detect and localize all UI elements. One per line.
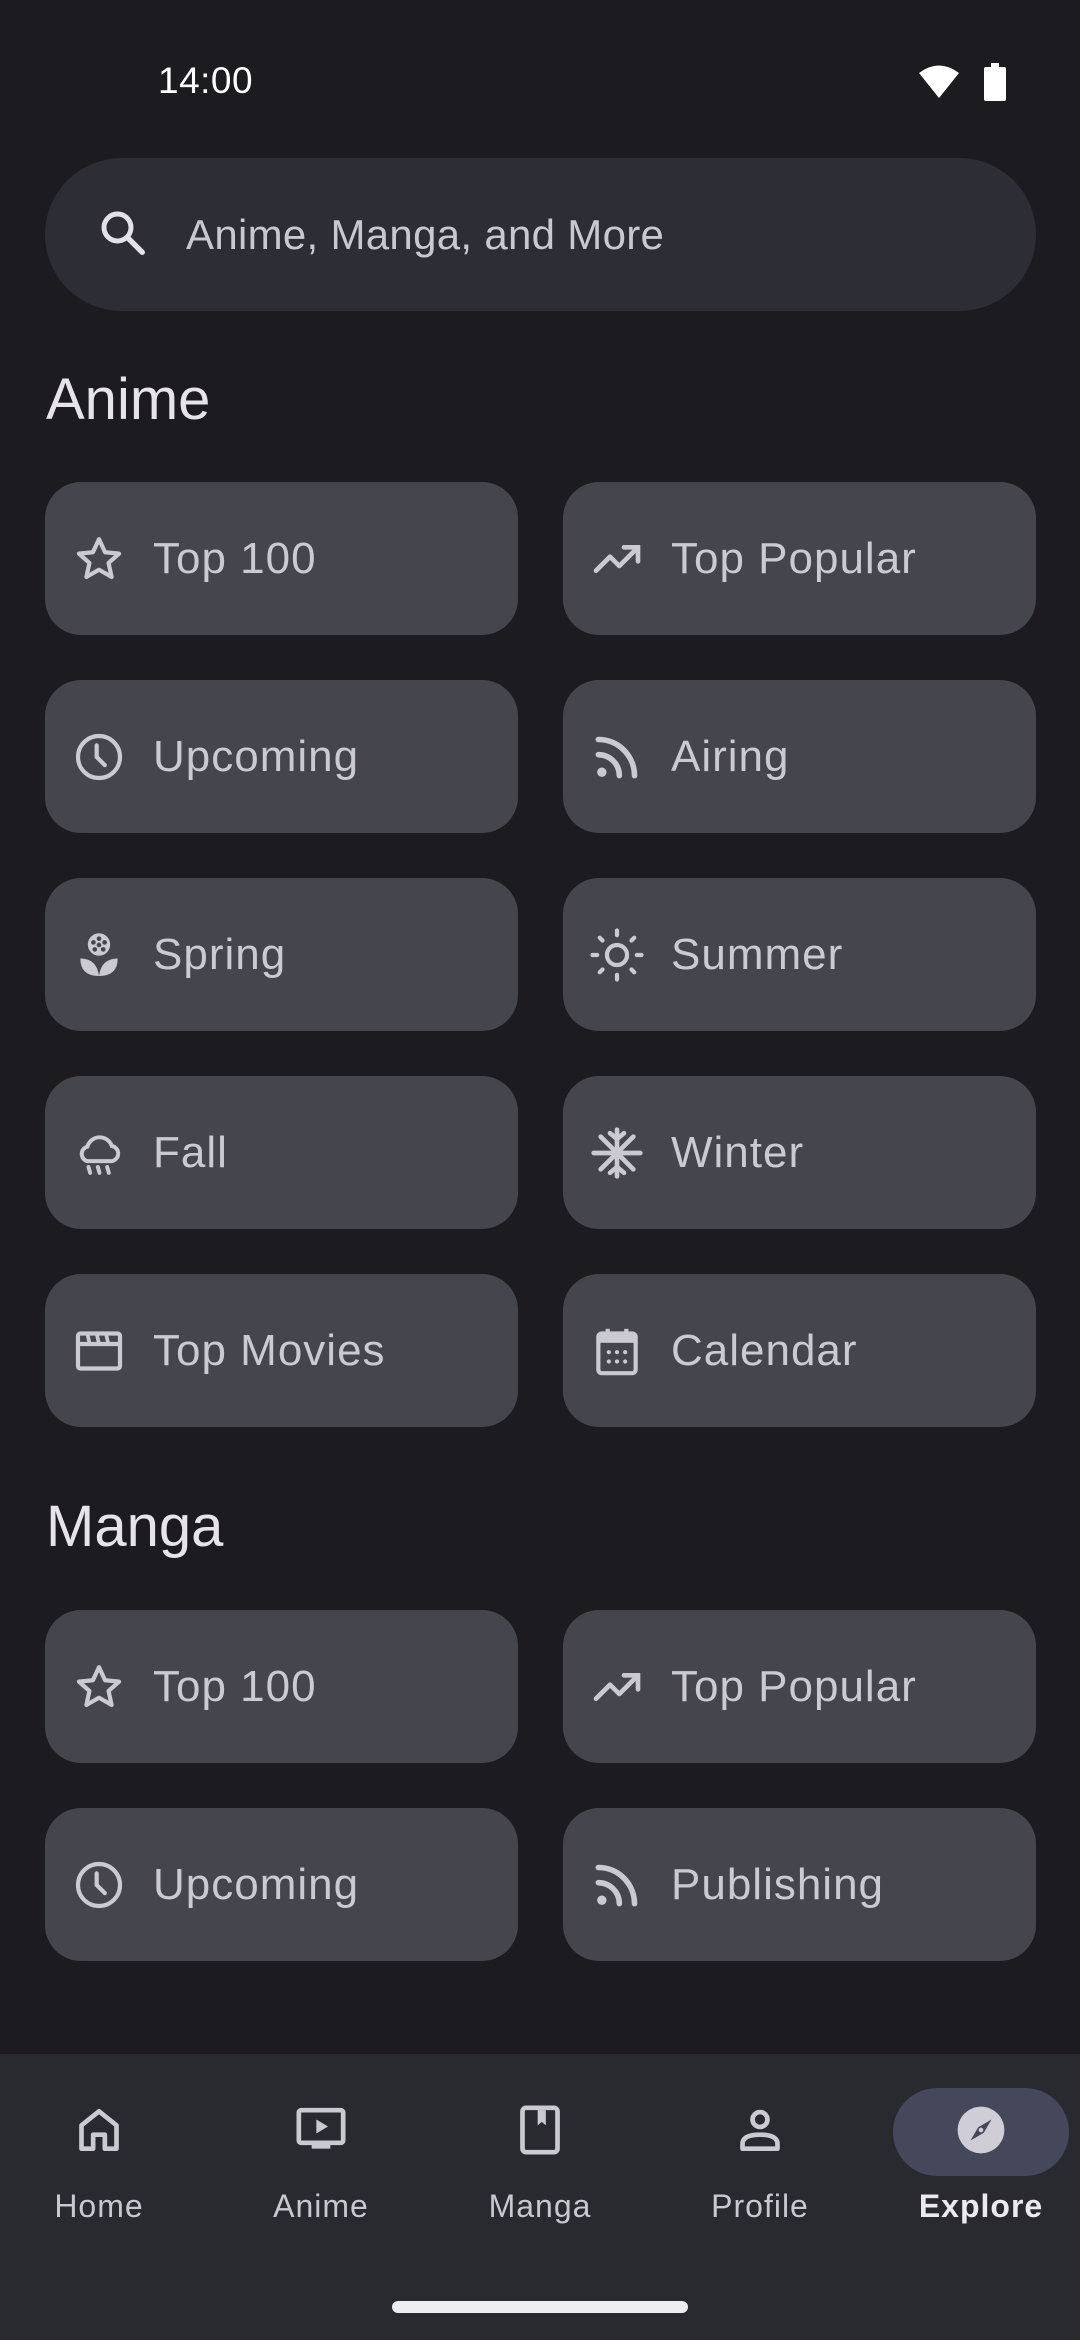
- home-indicator[interactable]: [392, 2301, 688, 2313]
- anime-summer-button[interactable]: Summer: [563, 878, 1036, 1031]
- manga-publishing-button[interactable]: Publishing: [563, 1808, 1036, 1961]
- nav-item-manga[interactable]: Manga: [450, 2088, 630, 2278]
- nav-label: Anime: [273, 2188, 369, 2224]
- manga-grid: Top 100 Top Popular Upcoming Publishing: [45, 1610, 1036, 1961]
- search-input[interactable]: [184, 209, 948, 260]
- wifi-icon: [918, 64, 960, 105]
- nav-label: Home: [54, 2188, 144, 2224]
- status-time: 14:00: [158, 60, 254, 101]
- person-icon: [732, 2102, 788, 2163]
- tile-label: Fall: [153, 1127, 228, 1177]
- star-outline-icon: [71, 1659, 127, 1715]
- anime-winter-button[interactable]: Winter: [563, 1076, 1036, 1229]
- rainy-cloud-icon: [71, 1125, 127, 1181]
- nav-label: Profile: [711, 2188, 809, 2224]
- nav-item-home[interactable]: Home: [9, 2088, 189, 2278]
- rss-feed-icon: [589, 729, 645, 785]
- tile-label: Top Popular: [671, 533, 917, 583]
- search-bar[interactable]: [45, 158, 1036, 311]
- tile-label: Summer: [671, 929, 844, 979]
- tile-label: Top 100: [153, 533, 317, 583]
- anime-top-movies-button[interactable]: Top Movies: [45, 1274, 518, 1427]
- trending-up-icon: [589, 531, 645, 587]
- nav-label: Manga: [488, 2188, 592, 2224]
- tile-label: Upcoming: [153, 1859, 360, 1909]
- home-icon: [71, 2102, 127, 2163]
- anime-section-title: Anime: [46, 367, 211, 432]
- search-icon: [95, 205, 149, 264]
- tile-label: Airing: [671, 731, 790, 781]
- status-bar: 14:00: [0, 0, 1080, 150]
- manga-top-popular-button[interactable]: Top Popular: [563, 1610, 1036, 1763]
- tile-label: Winter: [671, 1127, 805, 1177]
- nav-item-profile[interactable]: Profile: [670, 2088, 850, 2278]
- battery-icon: [984, 63, 1006, 106]
- manga-top-100-button[interactable]: Top 100: [45, 1610, 518, 1763]
- anime-top-100-button[interactable]: Top 100: [45, 482, 518, 635]
- book-bookmark-icon: [512, 2102, 568, 2163]
- tv-play-icon: [293, 2102, 349, 2163]
- nav-label: Explore: [918, 2188, 1044, 2224]
- anime-airing-button[interactable]: Airing: [563, 680, 1036, 833]
- bottom-nav: Home Anime Manga Profile Explore: [0, 2054, 1080, 2340]
- tile-label: Publishing: [671, 1859, 885, 1909]
- anime-spring-button[interactable]: Spring: [45, 878, 518, 1031]
- status-icons: [918, 63, 1006, 106]
- anime-calendar-button[interactable]: Calendar: [563, 1274, 1036, 1427]
- tile-label: Calendar: [671, 1325, 858, 1375]
- tile-label: Top Movies: [153, 1325, 386, 1375]
- tile-label: Upcoming: [153, 731, 360, 781]
- tile-label: Top 100: [153, 1661, 317, 1711]
- manga-upcoming-button[interactable]: Upcoming: [45, 1808, 518, 1961]
- rss-feed-icon: [589, 1857, 645, 1913]
- snowflake-icon: [589, 1125, 645, 1181]
- star-outline-icon: [71, 531, 127, 587]
- movie-clapper-icon: [71, 1323, 127, 1379]
- clock-icon: [71, 1857, 127, 1913]
- nav-item-explore[interactable]: Explore: [891, 2088, 1071, 2278]
- calendar-icon: [589, 1323, 645, 1379]
- compass-icon: [953, 2102, 1009, 2163]
- clock-icon: [71, 729, 127, 785]
- anime-fall-button[interactable]: Fall: [45, 1076, 518, 1229]
- trending-up-icon: [589, 1659, 645, 1715]
- anime-grid: Top 100 Top Popular Upcoming Airing Spri…: [45, 482, 1036, 1427]
- tile-label: Spring: [153, 929, 287, 979]
- sun-icon: [589, 927, 645, 983]
- manga-section-title: Manga: [46, 1494, 224, 1559]
- anime-top-popular-button[interactable]: Top Popular: [563, 482, 1036, 635]
- nav-item-anime[interactable]: Anime: [231, 2088, 411, 2278]
- tile-label: Top Popular: [671, 1661, 917, 1711]
- flower-icon: [71, 927, 127, 983]
- anime-upcoming-button[interactable]: Upcoming: [45, 680, 518, 833]
